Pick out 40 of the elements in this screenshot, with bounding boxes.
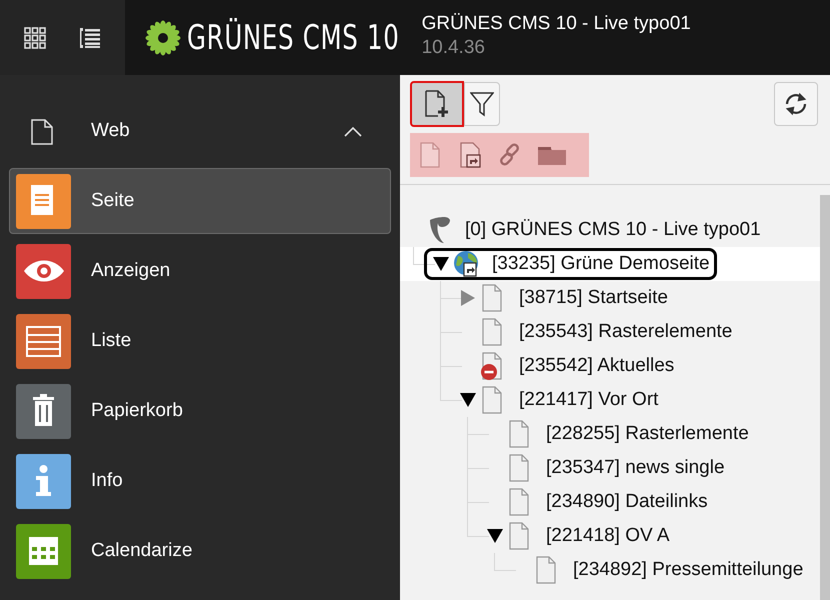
list-icon [78, 26, 101, 48]
tree-node[interactable]: [0] GRÜNES CMS 10 - Live typo01 [405, 214, 765, 246]
site-title: GRÜNES CMS 10 - Live typo01 [422, 12, 691, 36]
module-item[interactable]: Liste [9, 308, 391, 374]
tree-node[interactable]: [221418] OV A [486, 520, 674, 552]
new-page-icon [424, 90, 450, 118]
logo-text: GRÜNES CMS 10 [187, 20, 400, 54]
refresh-icon [783, 92, 809, 116]
tree-node[interactable]: [235347] news single [486, 452, 729, 484]
sunflower-logo-icon [145, 20, 181, 56]
new-page-button[interactable] [410, 81, 464, 127]
tree-node[interactable]: [221417] Vor Ort [459, 384, 662, 416]
tree-node[interactable]: [33235] Grüne Demoseite [424, 248, 717, 280]
module-group-header[interactable]: Web [0, 99, 400, 164]
tree-node[interactable]: [235542] Aktuelles [459, 350, 678, 382]
filter-button[interactable] [464, 82, 500, 126]
grid-icon [24, 26, 46, 48]
tree-node[interactable]: [234890] Dateilinks [486, 486, 712, 518]
version-text: 10.4.36 [422, 36, 486, 60]
module-item[interactable]: Papierkorb [9, 378, 391, 444]
expand-toggle[interactable] [432, 255, 450, 273]
scrollbar[interactable] [820, 195, 830, 600]
app-grid-button[interactable] [22, 24, 48, 50]
globe-page-icon [454, 250, 478, 278]
module-item[interactable]: Anzeigen [9, 238, 391, 304]
tree-node[interactable]: [38715] Startseite [459, 282, 672, 314]
expand-toggle[interactable] [459, 391, 477, 409]
tree-node[interactable]: [228255] Rasterlemente [486, 418, 753, 450]
module-item[interactable]: Calendarize [9, 518, 391, 584]
tree-node[interactable]: [235543] Rasterelemente [459, 316, 736, 348]
cms-logo-icon [427, 216, 451, 244]
expand-toggle[interactable] [486, 527, 504, 545]
refresh-button[interactable] [774, 82, 818, 126]
expand-toggle[interactable] [459, 289, 477, 307]
page-icon [31, 118, 53, 144]
module-group-label: Web [91, 119, 131, 144]
module-item[interactable]: Seite [9, 168, 391, 234]
tree-node[interactable]: [234892] Pressemitteilunge [513, 554, 808, 586]
module-item[interactable]: Info [9, 448, 391, 514]
filter-icon [470, 91, 494, 117]
